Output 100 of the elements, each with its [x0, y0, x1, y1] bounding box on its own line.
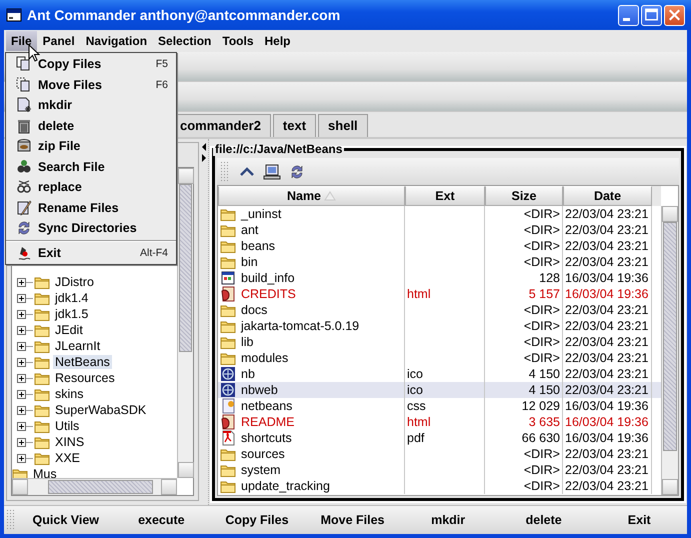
tree-item[interactable]: JEdit [53, 323, 85, 337]
file-name[interactable]: modules [241, 351, 288, 365]
path-label: file://c:/Java/NetBeans [214, 142, 344, 156]
menu-item[interactable]: Sync Directories [6, 218, 176, 238]
menu-item[interactable]: Copy Files F5 [6, 54, 176, 74]
file-name[interactable]: nb [241, 367, 255, 381]
toolbar-button[interactable]: mkdir [400, 509, 496, 531]
tree-item[interactable]: Utils [53, 419, 82, 433]
tree-item[interactable]: XXE [53, 451, 82, 465]
tree-item[interactable]: jdk1.5 [53, 307, 90, 321]
menu-item[interactable]: mkdir [6, 95, 176, 116]
scrollbar[interactable] [177, 168, 193, 478]
table-cell: 66 630 [522, 431, 560, 445]
sync-icon [16, 220, 32, 236]
menu-item[interactable]: Tools [217, 31, 258, 51]
new-file-icon [16, 97, 32, 114]
tree-item[interactable]: Resources [53, 371, 117, 385]
table-cell: <DIR> [524, 447, 560, 461]
toolbar-button[interactable]: Exit [591, 509, 688, 531]
menu-item[interactable]: Selection [153, 31, 216, 51]
column-header[interactable]: Ext [405, 186, 485, 206]
menu-item[interactable]: Rename Files [6, 198, 176, 218]
menu-item[interactable]: File [6, 31, 37, 51]
tree-item[interactable]: Mus [31, 467, 59, 478]
menu-item[interactable]: Search File [6, 156, 176, 177]
file-name[interactable]: jakarta-tomcat-5.0.19 [241, 319, 360, 333]
table-cell: 128 [539, 271, 560, 285]
table-cell: 4 150 [528, 383, 560, 397]
tab[interactable]: shell [318, 114, 368, 137]
toolbar-button[interactable]: Move Files [304, 509, 400, 531]
file-name[interactable]: nbweb [241, 383, 278, 397]
file-name[interactable]: netbeans [241, 399, 292, 413]
file-name[interactable]: README [241, 415, 294, 429]
toolbar-button[interactable]: Quick View [18, 509, 114, 531]
file-name[interactable]: update_tracking [241, 479, 330, 493]
file-name[interactable]: sources [241, 447, 285, 461]
expand-icon[interactable] [17, 390, 26, 398]
expand-icon[interactable] [17, 406, 26, 414]
column-header[interactable]: Size [485, 186, 563, 206]
file-name[interactable]: ant [241, 223, 258, 237]
menu-item[interactable]: Exit Alt-F4 [6, 242, 176, 263]
table-cell: html [407, 415, 431, 429]
expand-icon[interactable] [17, 342, 26, 350]
table-cell: 22/03/04 23:21 [565, 367, 648, 381]
maximize-button[interactable] [641, 4, 662, 26]
tree-item[interactable]: jdk1.4 [53, 291, 90, 305]
expand-icon[interactable] [17, 438, 26, 446]
menu-item[interactable]: Help [260, 31, 296, 51]
table-cell: <DIR> [524, 479, 560, 493]
table-cell: <DIR> [524, 239, 560, 253]
menu-item[interactable]: Panel [38, 31, 80, 51]
globe-icon [220, 366, 236, 382]
tree-item[interactable]: SuperWabaSDK [53, 403, 148, 417]
toolbar-button[interactable]: delete [496, 509, 592, 531]
scrollbar[interactable] [12, 478, 177, 495]
file-name[interactable]: lib [241, 335, 254, 349]
expand-icon[interactable] [17, 278, 26, 286]
scrollbar[interactable] [661, 206, 678, 495]
expand-icon[interactable] [17, 310, 26, 318]
tree-item[interactable]: XINS [53, 435, 86, 449]
tree-item[interactable]: JLearnIt [53, 339, 102, 353]
exit-icon [16, 244, 32, 261]
tree-item[interactable]: NetBeans [53, 355, 112, 369]
expand-icon[interactable] [17, 326, 26, 334]
menu-item[interactable]: zip File [6, 136, 176, 156]
file-name[interactable]: beans [241, 239, 276, 253]
window-title: Ant Commander anthony@antcommander.com [27, 7, 342, 23]
toolbar-button[interactable]: execute [114, 509, 210, 531]
file-name[interactable]: docs [241, 303, 268, 317]
column-header[interactable]: Date [563, 186, 652, 206]
table-cell: 22/03/04 23:21 [565, 223, 648, 237]
expand-icon[interactable] [17, 422, 26, 430]
tree-item[interactable]: JDistro [53, 275, 96, 289]
toolbar-button[interactable]: Copy Files [209, 509, 305, 531]
shortcut-label: Alt-F4 [140, 246, 168, 259]
computer-icon[interactable] [263, 162, 281, 180]
file-name[interactable]: system [241, 463, 281, 477]
expand-icon[interactable] [17, 294, 26, 302]
expand-icon[interactable] [17, 358, 26, 366]
table-cell: 22/03/04 23:21 [565, 335, 648, 349]
menu-item[interactable]: Navigation [80, 31, 152, 51]
tab[interactable]: text [272, 114, 316, 137]
minimize-button[interactable] [618, 4, 639, 26]
file-name[interactable]: CREDITS [241, 287, 296, 301]
expand-icon[interactable] [17, 454, 26, 462]
table-cell: <DIR> [524, 335, 560, 349]
file-name[interactable]: shortcuts [241, 431, 292, 445]
file-name[interactable]: bin [241, 255, 258, 269]
table-cell: 22/03/04 23:21 [565, 351, 648, 365]
expand-icon[interactable] [17, 374, 26, 382]
menu-item[interactable]: replace [6, 177, 176, 198]
column-header[interactable]: Name [218, 186, 405, 206]
selected-row[interactable]: nbweb ico 4 150 22/03/04 23:21 [218, 382, 661, 398]
tree-item[interactable]: skins [53, 387, 86, 401]
file-name[interactable]: build_info [241, 271, 295, 285]
file-name[interactable]: _uninst [241, 207, 282, 221]
table-cell: <DIR> [524, 463, 560, 477]
menu-item[interactable]: Move Files F6 [6, 74, 176, 95]
shortcut-label: F5 [156, 58, 168, 70]
close-button[interactable] [664, 4, 685, 26]
